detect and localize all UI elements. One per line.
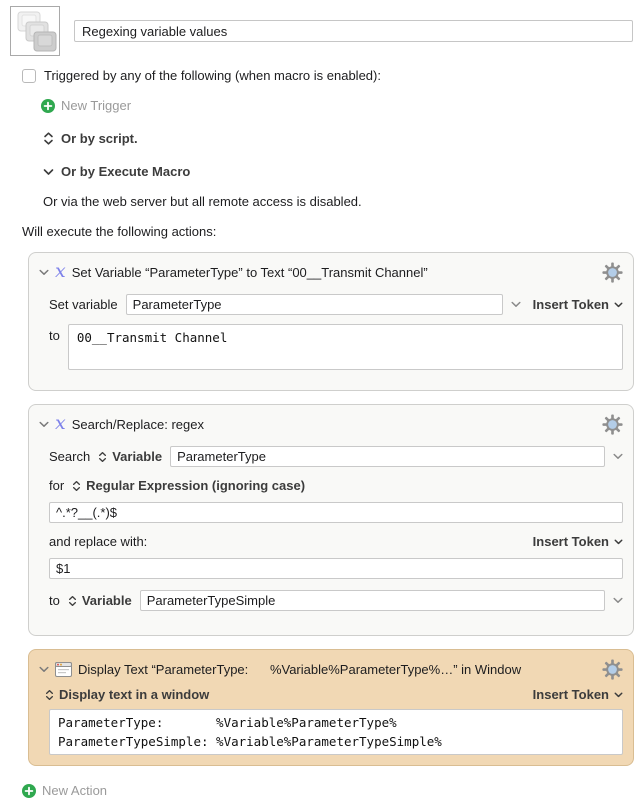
macro-name-input[interactable] — [74, 20, 633, 42]
action3-mode-row: Display text in a window Insert Token — [39, 687, 623, 702]
action2-search-row: Search Variable — [39, 446, 623, 467]
display-mode-popup[interactable]: Display text in a window — [45, 687, 209, 702]
trigger-row: Triggered by any of the following (when … — [22, 68, 635, 83]
action-card-set-variable[interactable]: x Set Variable “ParameterType” to Text “… — [28, 252, 634, 391]
field-dropdown-chevron-icon[interactable] — [613, 453, 623, 460]
action2-for-row: for Regular Expression (ignoring case) — [39, 478, 623, 493]
updown-chevron-icon — [72, 480, 81, 492]
actions-header: Will execute the following actions: — [22, 224, 635, 239]
new-action-label: New Action — [42, 783, 107, 798]
action2-replace-field-row — [39, 558, 623, 579]
action1-header: x Set Variable “ParameterType” to Text “… — [39, 259, 623, 285]
keycaps-glyph — [11, 7, 59, 55]
collapse-chevron-icon[interactable] — [39, 666, 49, 673]
macro-icon — [10, 6, 60, 56]
match-mode-label: Regular Expression (ignoring case) — [86, 478, 305, 493]
chevron-down-icon — [614, 539, 623, 545]
action1-variable-row: Set variable Insert Token — [39, 294, 623, 315]
plus-icon — [22, 784, 36, 798]
plus-icon — [41, 99, 55, 113]
to-variable-field[interactable] — [140, 590, 605, 611]
gear-icon[interactable] — [602, 262, 623, 283]
chevron-down-icon — [43, 168, 54, 176]
collapse-chevron-icon[interactable] — [39, 269, 49, 276]
replace-value-field[interactable] — [49, 558, 623, 579]
action-card-search-replace[interactable]: x Search/Replace: regex — [28, 404, 634, 636]
updown-chevron-icon — [43, 132, 54, 145]
trigger-label: Triggered by any of the following (when … — [44, 68, 381, 83]
search-source-label: Variable — [112, 449, 162, 464]
action2-replace-label-row: and replace with: Insert Token — [39, 534, 623, 549]
search-label: Search — [49, 449, 90, 464]
insert-token-label: Insert Token — [533, 534, 609, 549]
web-server-note: Or via the web server but all remote acc… — [43, 194, 635, 209]
new-action-button[interactable]: New Action — [22, 783, 635, 798]
or-by-script-row[interactable]: Or by script. — [43, 131, 635, 146]
action2-title: Search/Replace: regex — [72, 417, 594, 432]
to-label: to — [49, 593, 60, 608]
chevron-down-icon — [614, 692, 623, 698]
action2-to-row: to Variable — [39, 590, 623, 611]
field-dropdown-chevron-icon[interactable] — [511, 301, 521, 308]
window-icon — [55, 662, 72, 677]
variable-icon: x — [55, 262, 66, 281]
to-label: to — [49, 328, 60, 343]
to-destination-label: Variable — [82, 593, 132, 608]
or-by-execute-macro-row[interactable]: Or by Execute Macro — [43, 164, 635, 179]
to-destination-popup[interactable]: Variable — [68, 593, 132, 608]
or-by-script-label: Or by script. — [61, 131, 138, 146]
macro-editor-pane: Triggered by any of the following (when … — [0, 0, 643, 728]
action3-text-row: ParameterType: %Variable%ParameterType% … — [39, 709, 623, 755]
variable-icon: x — [55, 414, 66, 433]
action1-to-row: to 00__Transmit Channel — [39, 324, 623, 370]
search-variable-field[interactable] — [170, 446, 605, 467]
insert-token-label: Insert Token — [533, 297, 609, 312]
match-mode-popup[interactable]: Regular Expression (ignoring case) — [72, 478, 305, 493]
macro-header — [10, 6, 635, 56]
action-card-display-text[interactable]: Display Text “ParameterType: %Variable%P… — [28, 649, 634, 766]
action2-pattern-row — [39, 502, 623, 523]
gear-icon[interactable] — [602, 659, 623, 680]
action3-header: Display Text “ParameterType: %Variable%P… — [39, 656, 623, 682]
gear-icon[interactable] — [602, 414, 623, 435]
for-label: for — [49, 478, 64, 493]
replace-with-label: and replace with: — [49, 534, 147, 549]
variable-name-field[interactable] — [126, 294, 503, 315]
insert-token-label: Insert Token — [533, 687, 609, 702]
action2-header: x Search/Replace: regex — [39, 411, 623, 437]
search-source-popup[interactable]: Variable — [98, 449, 162, 464]
new-trigger-label: New Trigger — [61, 98, 131, 113]
updown-chevron-icon — [45, 689, 54, 701]
set-variable-text-field[interactable]: 00__Transmit Channel — [68, 324, 623, 370]
insert-token-button[interactable]: Insert Token — [533, 687, 623, 702]
new-trigger-button[interactable]: New Trigger — [41, 98, 635, 113]
chevron-down-icon — [614, 302, 623, 308]
field-dropdown-chevron-icon[interactable] — [613, 597, 623, 604]
or-by-execute-macro-label: Or by Execute Macro — [61, 164, 190, 179]
action3-title: Display Text “ParameterType: %Variable%P… — [78, 662, 594, 677]
display-mode-label: Display text in a window — [59, 687, 209, 702]
set-variable-label: Set variable — [49, 297, 118, 312]
display-text-field[interactable]: ParameterType: %Variable%ParameterType% … — [49, 709, 623, 755]
updown-chevron-icon — [98, 451, 107, 463]
insert-token-button[interactable]: Insert Token — [533, 534, 623, 549]
trigger-checkbox[interactable] — [22, 69, 36, 83]
insert-token-button[interactable]: Insert Token — [533, 297, 623, 312]
updown-chevron-icon — [68, 595, 77, 607]
action1-title: Set Variable “ParameterType” to Text “00… — [72, 265, 594, 280]
search-pattern-field[interactable] — [49, 502, 623, 523]
collapse-chevron-icon[interactable] — [39, 421, 49, 428]
